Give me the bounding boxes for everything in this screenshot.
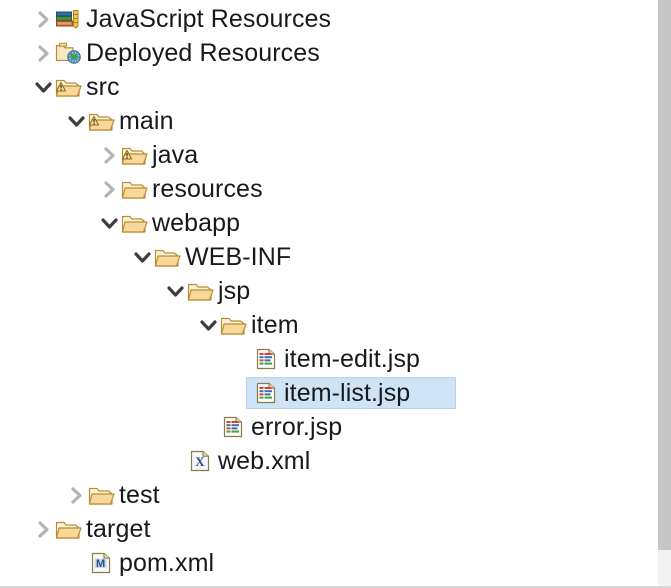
folder-warning-icon <box>87 107 115 135</box>
chevron-right-icon[interactable] <box>65 484 87 506</box>
tree-row-label: webapp <box>152 209 241 237</box>
tree-row[interactable]: Deployed Resources <box>0 36 656 70</box>
tree-row[interactable]: src <box>0 70 656 104</box>
tree-row-label: jsp <box>218 277 251 305</box>
jsp-file-icon <box>219 413 247 441</box>
tree-row[interactable]: jsp <box>0 274 656 308</box>
tree-row[interactable]: JavaScript Resources <box>0 2 656 36</box>
tree-row-label: src <box>86 73 120 101</box>
tree-row-label: item-list.jsp <box>284 379 411 407</box>
chevron-right-icon[interactable] <box>32 518 54 540</box>
vertical-scrollbar-thumb[interactable] <box>658 0 671 550</box>
folder-icon <box>153 243 181 271</box>
vertical-scrollbar-track[interactable] <box>658 0 671 586</box>
tree-row-label: error.jsp <box>251 413 343 441</box>
tree-row[interactable]: main <box>0 104 656 138</box>
tree-row[interactable]: item <box>0 308 656 342</box>
chevron-down-icon[interactable] <box>32 76 54 98</box>
tree-row[interactable]: item-edit.jsp <box>0 342 656 376</box>
jsp-file-icon <box>252 379 280 407</box>
tree-row-label: JavaScript Resources <box>86 5 332 33</box>
jsp-file-icon <box>252 345 280 373</box>
tree-row[interactable]: item-list.jsp <box>0 376 656 410</box>
folder-warning-icon <box>120 141 148 169</box>
tree-row-label: Deployed Resources <box>86 39 320 67</box>
svg-text:X: X <box>195 454 205 469</box>
xml-file-icon: X <box>186 447 214 475</box>
folder-warning-icon <box>54 73 82 101</box>
tree-row-label: java <box>152 141 199 169</box>
tree-row[interactable]: Xweb.xml <box>0 444 656 478</box>
chevron-right-icon[interactable] <box>98 178 120 200</box>
folder-icon <box>87 481 115 509</box>
chevron-right-icon[interactable] <box>32 8 54 30</box>
tree-row-label: pom.xml <box>119 549 215 577</box>
tree-row[interactable]: WEB-INF <box>0 240 656 274</box>
chevron-down-icon[interactable] <box>164 280 186 302</box>
tree-row-label: main <box>119 107 174 135</box>
project-explorer-panel: JavaScript Resources Deployed Resources sr… <box>0 0 671 588</box>
chevron-down-icon[interactable] <box>65 110 87 132</box>
tree-row[interactable]: test <box>0 478 656 512</box>
chevron-right-icon[interactable] <box>32 42 54 64</box>
tree-row-label: item-edit.jsp <box>284 345 421 373</box>
svg-text:M: M <box>96 558 105 570</box>
folder-icon <box>219 311 247 339</box>
tree-row-label: test <box>119 481 160 509</box>
javascript-resources-icon <box>54 5 82 33</box>
folder-icon <box>54 515 82 543</box>
chevron-down-icon[interactable] <box>131 246 153 268</box>
folder-icon <box>120 209 148 237</box>
chevron-right-icon[interactable] <box>98 144 120 166</box>
tree-row-label: web.xml <box>218 447 311 475</box>
tree-row-label: WEB-INF <box>185 243 292 271</box>
folder-icon <box>186 277 214 305</box>
tree-row[interactable]: error.jsp <box>0 410 656 444</box>
tree-row[interactable]: Mpom.xml <box>0 546 656 580</box>
tree-row[interactable]: resources <box>0 172 656 206</box>
maven-pom-icon: M <box>87 549 115 577</box>
tree-row-label: target <box>86 515 151 543</box>
tree-row[interactable]: webapp <box>0 206 656 240</box>
tree-row-label: item <box>251 311 299 339</box>
chevron-down-icon[interactable] <box>197 314 219 336</box>
tree-row[interactable]: java <box>0 138 656 172</box>
tree-row[interactable]: target <box>0 512 656 546</box>
deployed-resources-icon <box>54 39 82 67</box>
resource-tree[interactable]: JavaScript Resources Deployed Resources sr… <box>0 0 656 580</box>
folder-icon <box>120 175 148 203</box>
tree-row-label: resources <box>152 175 263 203</box>
chevron-down-icon[interactable] <box>98 212 120 234</box>
